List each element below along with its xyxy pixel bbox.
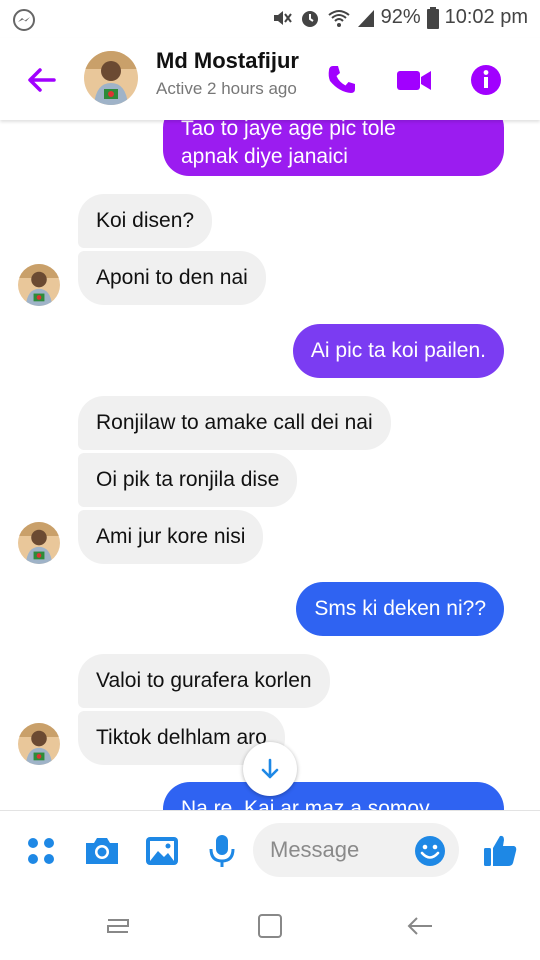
gallery-icon[interactable] [142,831,182,871]
outgoing-message[interactable]: Tao to jaye age pic tole apnak diye jana… [163,120,504,176]
arrow-down-icon [261,758,279,779]
incoming-message[interactable]: Valoi to gurafera korlen [78,654,330,708]
incoming-message[interactable]: Aponi to den nai [78,251,266,305]
scroll-to-bottom-button[interactable] [243,742,297,796]
signal-icon [357,9,374,27]
status-bar: 92% 10:02 pm [0,0,540,38]
contact-name[interactable]: Md Mostafijur [156,48,299,74]
apps-icon[interactable] [22,831,62,871]
conversation-header: Md Mostafijur Active 2 hours ago [0,38,540,120]
contact-status: Active 2 hours ago [156,79,297,98]
camera-icon[interactable] [82,831,122,871]
outgoing-message[interactable]: Na re. Kai ar maz a somoy [163,782,504,810]
incoming-message[interactable]: Oi pik ta ronjila dise [78,453,298,507]
alarm-icon [301,10,318,27]
outgoing-message[interactable]: Ai pic ta koi pailen. [292,324,504,378]
info-icon[interactable] [466,60,506,100]
incoming-message[interactable]: Ronjilaw to amake call dei nai [78,396,391,450]
incoming-message[interactable]: Ami jur kore nisi [78,510,264,564]
battery-icon [426,6,439,29]
video-icon[interactable] [394,60,434,100]
emoji-icon[interactable] [414,835,446,867]
outgoing-message[interactable]: Sms ki deken ni?? [296,582,504,636]
like-icon[interactable] [480,831,520,871]
message-composer [0,810,540,890]
home-icon[interactable] [254,910,286,942]
avatar[interactable] [18,522,60,564]
avatar[interactable] [18,723,60,765]
mute-icon [273,10,292,25]
incoming-message[interactable]: Koi disen? [78,194,213,248]
avatar[interactable] [18,264,60,306]
battery-percent: 92% [380,6,421,28]
messenger-icon [12,8,36,37]
system-navigation-bar [0,890,540,960]
clock: 10:02 pm [444,6,528,28]
status-indicators: 92% 10:02 pm [271,6,528,29]
wifi-icon [327,9,350,27]
mic-icon[interactable] [202,831,242,871]
recents-icon[interactable] [102,910,134,942]
back-icon[interactable] [404,910,436,942]
phone-icon[interactable] [322,60,362,100]
back-arrow-icon[interactable] [22,60,62,100]
avatar[interactable] [84,51,138,105]
message-list[interactable]: Tao to jaye age pic tole apnak diye jana… [0,120,540,810]
